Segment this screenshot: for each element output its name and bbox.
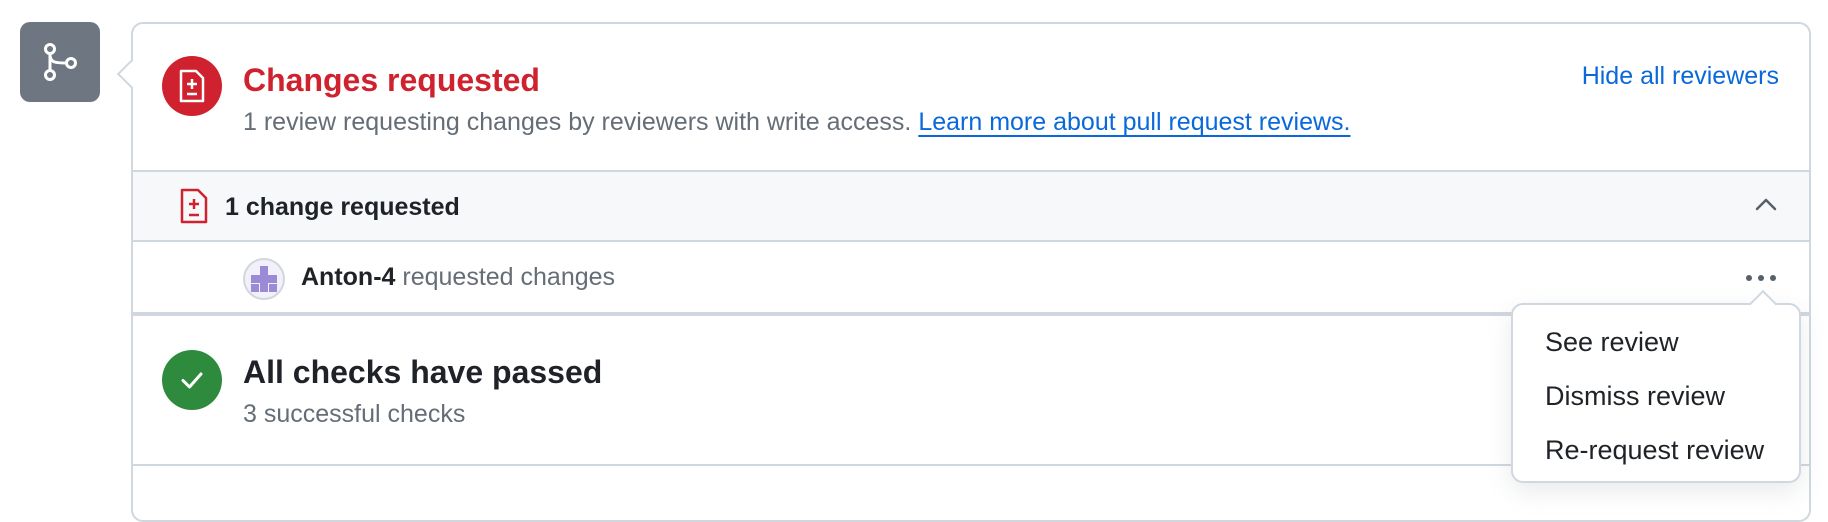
checks-title: All checks have passed	[243, 354, 603, 390]
menu-item-see-review[interactable]: See review	[1513, 319, 1799, 373]
learn-more-link[interactable]: Learn more about pull request reviews.	[918, 108, 1350, 136]
avatar[interactable]	[243, 258, 285, 300]
check-icon	[181, 372, 203, 389]
file-diff-icon	[180, 188, 208, 224]
menu-item-re-request-review[interactable]: Re-request review	[1513, 427, 1799, 481]
merge-status-badge	[20, 22, 100, 102]
review-options-menu: See review Dismiss review Re-request rev…	[1511, 289, 1801, 483]
menu-item-dismiss-review[interactable]: Dismiss review	[1513, 373, 1799, 427]
chevron-up-icon[interactable]	[1753, 192, 1779, 218]
review-status-description: 1 review requesting changes by reviewers…	[243, 108, 1351, 137]
git-branch-icon	[44, 43, 77, 81]
checks-passed-badge	[162, 350, 222, 410]
changes-requested-badge	[162, 56, 222, 116]
reviewer-action: requested changes	[402, 263, 616, 291]
kebab-dot	[1746, 275, 1752, 281]
kebab-dot	[1758, 275, 1764, 281]
review-status-title: Changes requested	[243, 62, 540, 98]
avatar-identicon	[251, 266, 277, 292]
checks-summary: 3 successful checks	[243, 400, 466, 428]
change-group-label: 1 change requested	[225, 193, 460, 221]
review-status-text: 1 review requesting changes by reviewers…	[243, 108, 912, 136]
review-status-section: Changes requested 1 review requesting ch…	[133, 24, 1809, 172]
file-diff-icon	[179, 69, 205, 103]
hide-reviewers-link[interactable]: Hide all reviewers	[1582, 62, 1779, 91]
kebab-dot	[1770, 275, 1776, 281]
change-group-header[interactable]: 1 change requested	[133, 172, 1809, 242]
reviewer-summary: Anton-4 requested changes	[301, 263, 615, 292]
reviewer-name[interactable]: Anton-4	[301, 263, 395, 291]
